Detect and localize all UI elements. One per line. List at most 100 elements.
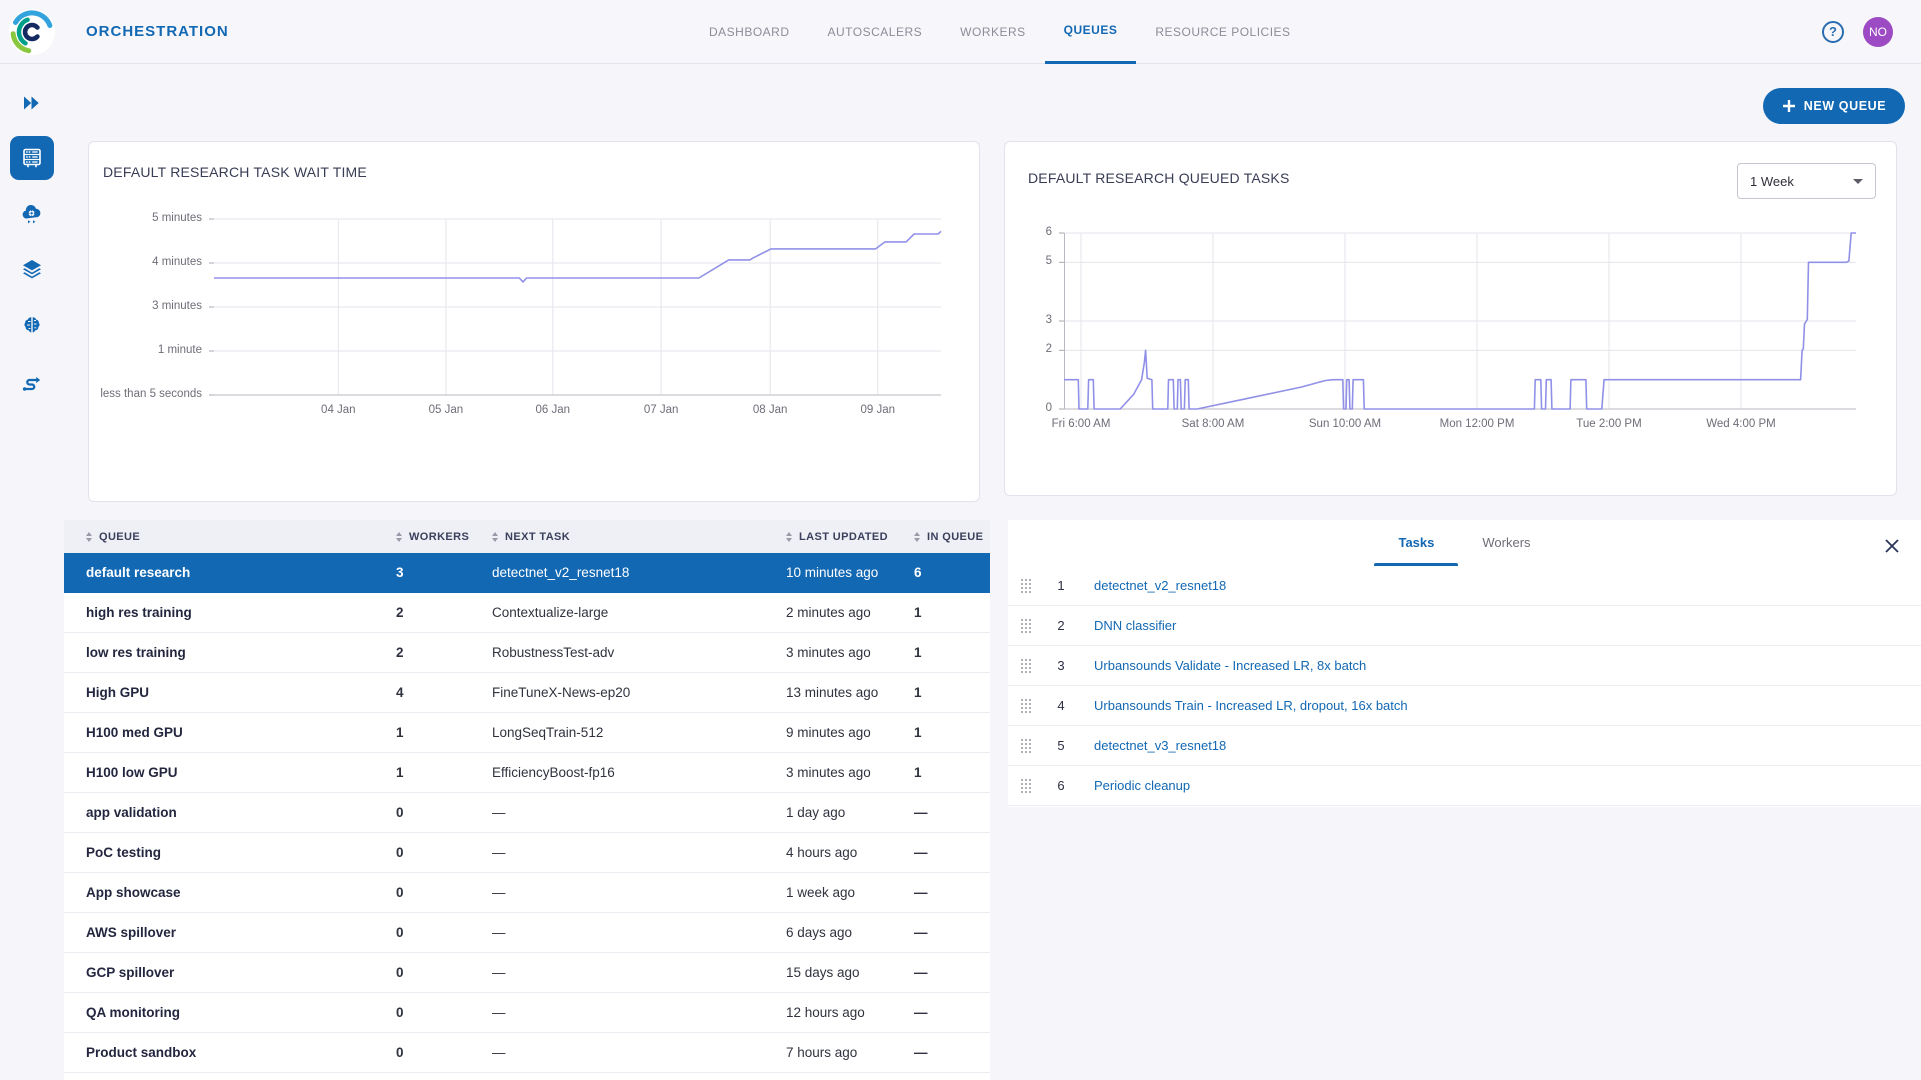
column-header-queue[interactable]: QUEUE bbox=[64, 531, 374, 543]
updated-cell: 9 minutes ago bbox=[764, 725, 892, 740]
sidebar-item-datasets[interactable] bbox=[10, 248, 54, 292]
tab-workers[interactable]: WORKERS bbox=[941, 0, 1045, 64]
column-label: IN QUEUE bbox=[927, 531, 983, 543]
x-axis-label: 05 Jan bbox=[391, 404, 501, 416]
updated-cell: 3 minutes ago bbox=[764, 645, 892, 660]
avatar[interactable]: NO bbox=[1863, 17, 1893, 47]
task-index: 2 bbox=[1052, 618, 1070, 633]
inqueue-cell: 1 bbox=[892, 645, 990, 660]
sidebar-item-pipelines[interactable] bbox=[10, 360, 54, 404]
drag-handle-icon[interactable] bbox=[1020, 578, 1032, 594]
page-title: ORCHESTRATION bbox=[86, 0, 229, 64]
table-row-aws-spillover[interactable]: AWS spillover0—6 days ago— bbox=[64, 913, 990, 953]
sidebar-item-models[interactable] bbox=[10, 304, 54, 348]
task-link[interactable]: Urbansounds Validate - Increased LR, 8x … bbox=[1094, 658, 1366, 673]
table-row-app-showcase[interactable]: App showcase0—1 week ago— bbox=[64, 873, 990, 913]
next-cell: — bbox=[470, 1005, 764, 1020]
table-row-low-res-training[interactable]: low res training2RobustnessTest-adv3 min… bbox=[64, 633, 990, 673]
tab-workers[interactable]: Workers bbox=[1458, 520, 1554, 566]
y-axis-label: 3 minutes bbox=[72, 300, 202, 312]
drag-handle-icon[interactable] bbox=[1020, 658, 1032, 674]
y-axis-label: 0 bbox=[922, 402, 1052, 414]
workers-cell: 0 bbox=[374, 965, 470, 980]
sort-icon bbox=[396, 532, 402, 542]
tab-queues[interactable]: QUEUES bbox=[1045, 0, 1137, 64]
workers-cell: 2 bbox=[374, 645, 470, 660]
table-row-poc-testing[interactable]: PoC testing0—4 hours ago— bbox=[64, 833, 990, 873]
y-axis-label: 1 minute bbox=[72, 344, 202, 356]
next-cell: FineTuneX-News-ep20 bbox=[470, 685, 764, 700]
inqueue-cell: 1 bbox=[892, 725, 990, 740]
drag-handle-icon[interactable] bbox=[1020, 618, 1032, 634]
table-row-h100-low-gpu[interactable]: H100 low GPU1EfficiencyBoost-fp163 minut… bbox=[64, 753, 990, 793]
sidebar-item-autoscalers[interactable] bbox=[10, 192, 54, 236]
workers-cell: 0 bbox=[374, 1045, 470, 1060]
queue-cell: High GPU bbox=[64, 685, 374, 700]
queued-tasks-chart-title: DEFAULT RESEARCH QUEUED TASKS bbox=[1028, 170, 1290, 186]
tab-dashboard[interactable]: DASHBOARD bbox=[690, 0, 809, 64]
time-range-select[interactable]: 1 Week bbox=[1737, 163, 1876, 199]
column-header-last-updated[interactable]: LAST UPDATED bbox=[764, 531, 892, 543]
clearml-logo-icon[interactable] bbox=[8, 8, 56, 56]
queue-cell: AWS spillover bbox=[64, 925, 374, 940]
queue-cell: PoC testing bbox=[64, 845, 374, 860]
next-cell: Contextualize-large bbox=[470, 605, 764, 620]
series-line bbox=[214, 231, 941, 282]
queued-tasks-chart-card: DEFAULT RESEARCH QUEUED TASKS 1 Week Que… bbox=[1004, 141, 1897, 496]
tab-autoscalers[interactable]: AUTOSCALERS bbox=[809, 0, 942, 64]
workers-queues-icon bbox=[20, 146, 44, 170]
inqueue-cell: — bbox=[892, 1005, 990, 1020]
sort-icon bbox=[492, 532, 498, 542]
task-link[interactable]: Periodic cleanup bbox=[1094, 778, 1190, 793]
table-row-h100-med-gpu[interactable]: H100 med GPU1LongSeqTrain-5129 minutes a… bbox=[64, 713, 990, 753]
help-icon[interactable]: ? bbox=[1822, 21, 1844, 43]
task-link[interactable]: detectnet_v2_resnet18 bbox=[1094, 578, 1226, 593]
time-range-value: 1 Week bbox=[1750, 174, 1853, 189]
table-row-product-sandbox[interactable]: Product sandbox0—7 hours ago— bbox=[64, 1033, 990, 1073]
inqueue-cell: 1 bbox=[892, 685, 990, 700]
queue-cell: low res training bbox=[64, 645, 374, 660]
table-row-gcp-spillover[interactable]: GCP spillover0—15 days ago— bbox=[64, 953, 990, 993]
workers-cell: 1 bbox=[374, 765, 470, 780]
table-row-high-res-training[interactable]: high res training2Contextualize-large2 m… bbox=[64, 593, 990, 633]
task-index: 5 bbox=[1052, 738, 1070, 753]
table-row-app-validation[interactable]: app validation0—1 day ago— bbox=[64, 793, 990, 833]
column-label: QUEUE bbox=[99, 531, 140, 543]
task-link[interactable]: DNN classifier bbox=[1094, 618, 1176, 633]
table-row-qa-monitoring[interactable]: QA monitoring0—12 hours ago— bbox=[64, 993, 990, 1033]
drag-handle-icon[interactable] bbox=[1020, 778, 1032, 794]
topbar-tabs: DASHBOARDAUTOSCALERSWORKERSQUEUESRESOURC… bbox=[690, 0, 1310, 64]
task-link[interactable]: detectnet_v3_resnet18 bbox=[1094, 738, 1226, 753]
column-header-next-task[interactable]: NEXT TASK bbox=[470, 531, 764, 543]
x-axis-label: Wed 4:00 PM bbox=[1686, 418, 1796, 430]
sidebar-item-launch[interactable] bbox=[10, 81, 54, 125]
updated-cell: 12 hours ago bbox=[764, 1005, 892, 1020]
next-cell: — bbox=[470, 1045, 764, 1060]
sidebar-item-workers-queues[interactable] bbox=[10, 136, 54, 180]
brain-icon bbox=[20, 314, 44, 338]
inqueue-cell: — bbox=[892, 1045, 990, 1060]
drag-handle-icon[interactable] bbox=[1020, 738, 1032, 754]
workers-cell: 2 bbox=[374, 605, 470, 620]
queue-table-body: default research3detectnet_v2_resnet1810… bbox=[64, 553, 990, 1073]
queue-cell: H100 med GPU bbox=[64, 725, 374, 740]
new-queue-button[interactable]: NEW QUEUE bbox=[1763, 88, 1905, 124]
task-list-item: 1detectnet_v2_resnet18 bbox=[1008, 566, 1921, 606]
task-link[interactable]: Urbansounds Train - Increased LR, dropou… bbox=[1094, 698, 1408, 713]
tab-resource-policies[interactable]: RESOURCE POLICIES bbox=[1136, 0, 1309, 64]
column-header-in-queue[interactable]: IN QUEUE bbox=[892, 531, 990, 543]
tab-tasks[interactable]: Tasks bbox=[1374, 520, 1458, 566]
drag-handle-icon[interactable] bbox=[1020, 698, 1032, 714]
table-row-high-gpu[interactable]: High GPU4FineTuneX-News-ep2013 minutes a… bbox=[64, 673, 990, 713]
sort-icon bbox=[786, 532, 792, 542]
workers-cell: 3 bbox=[374, 565, 470, 580]
wait-time-chart-card: DEFAULT RESEARCH TASK WAIT TIME Queue Av… bbox=[88, 141, 980, 502]
table-row-default-research[interactable]: default research3detectnet_v2_resnet1810… bbox=[64, 553, 990, 593]
task-list-item: 2 DNN classifier bbox=[1008, 606, 1921, 646]
queue-cell: App showcase bbox=[64, 885, 374, 900]
y-axis-label: 3 bbox=[922, 314, 1052, 326]
x-axis-label: Tue 2:00 PM bbox=[1554, 418, 1664, 430]
updated-cell: 10 minutes ago bbox=[764, 565, 892, 580]
column-header-workers[interactable]: WORKERS bbox=[374, 531, 470, 543]
close-icon[interactable] bbox=[1884, 538, 1900, 554]
